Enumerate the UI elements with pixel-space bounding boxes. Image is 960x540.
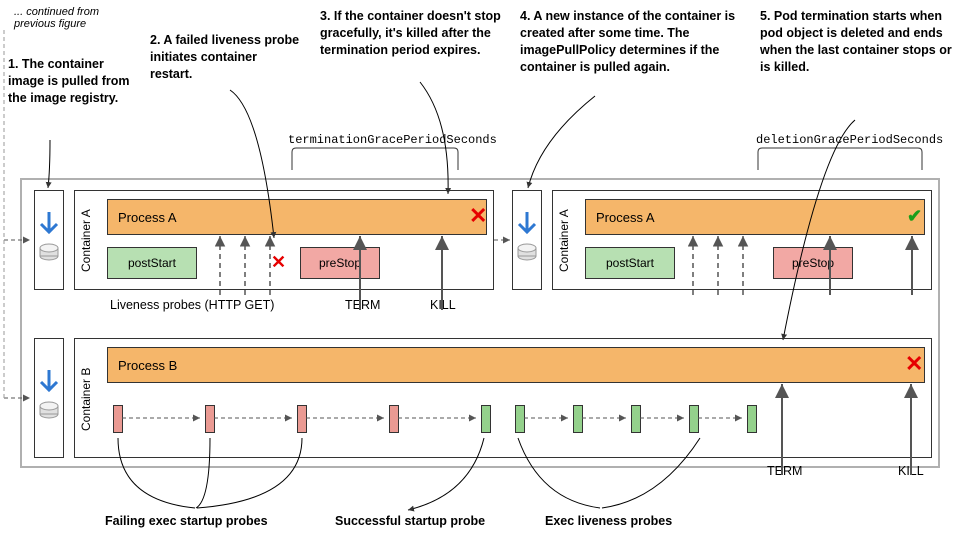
failing-startup-label: Failing exec startup probes <box>105 514 268 528</box>
startup-probe-fail <box>389 405 399 433</box>
exec-liveness-label: Exec liveness probes <box>545 514 672 528</box>
kill-x-icon: ✕ <box>469 205 487 227</box>
callout-1: 1. The container image is pulled from th… <box>8 56 133 107</box>
container-a-instance-1: Container A Process A ✕ postStart preSto… <box>74 190 494 290</box>
kill-x-b-icon: ✕ <box>905 353 923 375</box>
pull-box-a1 <box>34 190 64 290</box>
liveness-probe-ok <box>747 405 757 433</box>
continued-label: ... continued from previous figure <box>14 6 124 30</box>
callout-5: 5. Pod termination starts when pod objec… <box>760 8 955 76</box>
callout-4: 4. A new instance of the container is cr… <box>520 8 740 76</box>
pull-icon <box>37 210 61 270</box>
container-a-instance-2: Container A Process A ✔ postStart preSto… <box>552 190 932 290</box>
startup-probe-fail <box>297 405 307 433</box>
term-label-b: TERM <box>767 464 802 478</box>
liveness-probe-ok <box>689 405 699 433</box>
kill-label-a: KILL <box>430 298 456 312</box>
prestop-a-2: preStop <box>773 247 853 279</box>
process-a-bar-2: Process A <box>585 199 925 235</box>
liveness-probe-ok <box>631 405 641 433</box>
startup-probe-fail <box>205 405 215 433</box>
pull-icon <box>515 210 539 270</box>
callout-3: 3. If the container doesn't stop gracefu… <box>320 8 505 59</box>
poststart-a-1: postStart <box>107 247 197 279</box>
graceful-stop-check-icon: ✔ <box>907 207 922 225</box>
term-label-a: TERM <box>345 298 380 312</box>
process-a-bar-1: Process A <box>107 199 487 235</box>
container-b: Container B Process B ✕ <box>74 338 932 458</box>
pull-icon <box>37 368 61 428</box>
process-b-bar: Process B <box>107 347 925 383</box>
liveness-probe-ok <box>515 405 525 433</box>
liveness-probe-ok <box>573 405 583 433</box>
pull-box-a2 <box>512 190 542 290</box>
container-a-label: Container A <box>79 199 93 283</box>
termination-grace-label: terminationGracePeriodSeconds <box>288 133 497 147</box>
startup-probe-ok <box>481 405 491 433</box>
probe-fail-x-icon: ✕ <box>271 253 286 271</box>
deletion-grace-label: deletionGracePeriodSeconds <box>756 133 943 147</box>
callout-2: 2. A failed liveness probe initiates con… <box>150 32 300 83</box>
container-b-label: Container B <box>79 353 93 445</box>
liveness-label: Liveness probes (HTTP GET) <box>110 298 274 312</box>
kill-label-b: KILL <box>898 464 924 478</box>
successful-startup-label: Successful startup probe <box>335 514 485 528</box>
prestop-a-1: preStop <box>300 247 380 279</box>
poststart-a-2: postStart <box>585 247 675 279</box>
pull-box-b <box>34 338 64 458</box>
startup-probe-fail <box>113 405 123 433</box>
container-a-label-2: Container A <box>557 199 571 283</box>
